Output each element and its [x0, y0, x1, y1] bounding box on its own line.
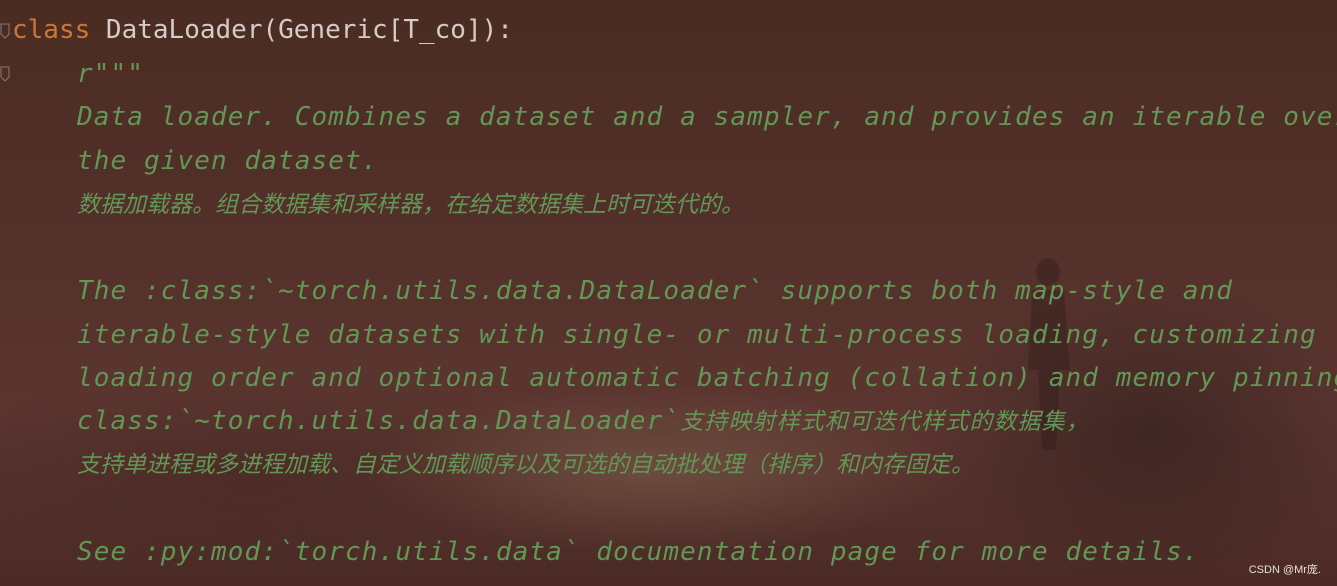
- class-declaration: DataLoader(Generic[T_co]):: [90, 15, 513, 45]
- fold-marker-icon[interactable]: [0, 63, 10, 85]
- docstring-line[interactable]: the given dataset.: [77, 146, 379, 176]
- docstring-code-ref: class:`~torch.utils.data.DataLoader`: [77, 406, 681, 436]
- docstring-line[interactable]: See :py:mod:`torch.utils.data` documenta…: [77, 537, 1199, 567]
- docstring-line[interactable]: iterable-style datasets with single- or …: [77, 320, 1317, 350]
- watermark: CSDN @Mr庞.: [1248, 564, 1321, 576]
- docstring-line[interactable]: The :class:`~torch.utils.data.DataLoader…: [77, 276, 1233, 306]
- docstring-line[interactable]: Data loader. Combines a dataset and a sa…: [77, 102, 1337, 132]
- docstring-line-chinese[interactable]: 支持单进程或多进程加载、自定义加载顺序以及可选的自动批处理（排序）和内存固定。: [77, 450, 974, 480]
- code-line-class-declaration[interactable]: class DataLoader(Generic[T_co]):: [12, 15, 513, 45]
- fold-marker-icon[interactable]: [0, 20, 10, 42]
- code-editor[interactable]: class DataLoader(Generic[T_co]): r""" Da…: [0, 0, 1337, 586]
- docstring-open[interactable]: r""": [77, 59, 144, 89]
- docstring-line-mixed[interactable]: class:`~torch.utils.data.DataLoader`支持映射…: [77, 406, 1090, 436]
- docstring-chinese-text: 支持映射样式和可迭代样式的数据集，: [680, 409, 1090, 435]
- docstring-line[interactable]: loading order and optional automatic bat…: [77, 363, 1337, 393]
- docstring-line-chinese[interactable]: 数据加载器。组合数据集和采样器，在给定数据集上时可迭代的。: [77, 190, 744, 220]
- keyword-class: class: [12, 15, 91, 45]
